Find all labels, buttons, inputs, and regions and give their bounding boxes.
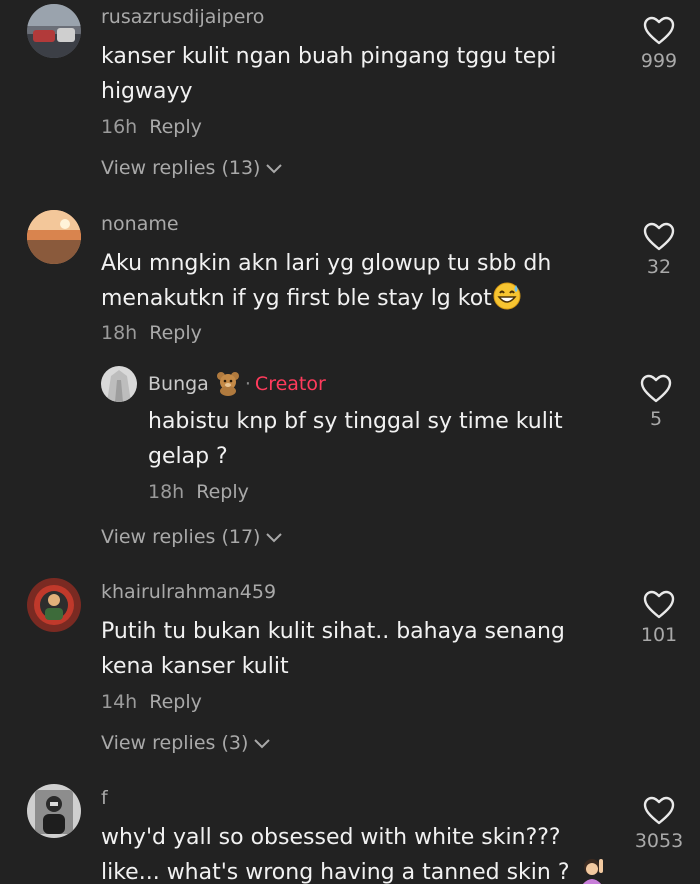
like-count: 5	[649, 408, 663, 430]
view-replies-label: View replies (3)	[101, 732, 249, 754]
avatar[interactable]	[27, 784, 81, 838]
timestamp: 18h	[101, 322, 138, 344]
comment-text-line: why'd yall so obsessed with white skin??…	[101, 825, 561, 850]
chevron-down-icon	[266, 163, 283, 173]
timestamp: 16h	[101, 116, 138, 138]
username[interactable]: rusazrusdijaipero	[101, 6, 264, 28]
comment-text: like... what's wrong having a tanned ski…	[101, 860, 570, 884]
avatar[interactable]	[27, 4, 81, 58]
reply-button[interactable]: Reply	[149, 691, 202, 713]
username[interactable]: khairulrahman459	[101, 581, 276, 603]
woman-raising-hand-emoji	[577, 855, 607, 884]
separator: ·	[244, 373, 251, 395]
heart-outline-icon[interactable]	[643, 590, 675, 619]
reply-button[interactable]: Reply	[196, 481, 249, 503]
timestamp: 14h	[101, 691, 138, 713]
view-replies-button[interactable]: View replies (17)	[101, 526, 283, 548]
comments-feed: rusazrusdijaipero kanser kulit ngan buah…	[0, 0, 700, 884]
timestamp: 18h	[148, 481, 185, 503]
comment-text-line: Aku mngkin akn lari yg glowup tu sbb dh	[101, 251, 552, 276]
comment-text: menakutkn if yg first ble stay lg kot	[101, 286, 492, 311]
reply-text-line: habistu knp bf sy tinggal sy time kulit	[148, 409, 563, 434]
comment-meta: 14h Reply	[101, 691, 202, 713]
like-count: 32	[646, 256, 672, 278]
avatar[interactable]	[27, 578, 81, 632]
comment-text-line: kena kanser kulit	[101, 654, 289, 679]
comment-text-line: like... what's wrong having a tanned ski…	[101, 855, 607, 884]
reply-meta: 18h Reply	[148, 481, 249, 503]
comment-meta: 16h Reply	[101, 116, 202, 138]
heart-outline-icon[interactable]	[643, 222, 675, 251]
heart-outline-icon[interactable]	[640, 374, 672, 403]
chevron-down-icon	[266, 532, 283, 542]
teddy-bear-emoji	[215, 370, 241, 401]
creator-badge: Creator	[254, 373, 326, 395]
username[interactable]: noname	[101, 213, 179, 235]
comment-text-line: higwayy	[101, 79, 193, 104]
comment-meta: 18h Reply	[101, 322, 202, 344]
username[interactable]: Bunga	[148, 373, 209, 395]
reply-button[interactable]: Reply	[149, 322, 202, 344]
like-count: 101	[640, 624, 678, 646]
username[interactable]: f	[101, 787, 108, 809]
view-replies-button[interactable]: View replies (13)	[101, 157, 283, 179]
grinning-sweat-emoji	[492, 281, 522, 323]
reply-text-line: gelap ?	[148, 444, 228, 469]
view-replies-label: View replies (13)	[101, 157, 261, 179]
avatar[interactable]	[101, 366, 137, 402]
heart-outline-icon[interactable]	[643, 16, 675, 45]
like-count: 3053	[634, 830, 684, 852]
chevron-down-icon	[254, 738, 271, 748]
comment-text-line: menakutkn if yg first ble stay lg kot	[101, 281, 522, 323]
reply-username-row: Bunga · Creator	[148, 370, 326, 401]
like-count: 999	[640, 50, 678, 72]
view-replies-button[interactable]: View replies (3)	[101, 732, 271, 754]
reply-button[interactable]: Reply	[149, 116, 202, 138]
comment-text-line: kanser kulit ngan buah pingang tggu tepi	[101, 44, 557, 69]
heart-outline-icon[interactable]	[643, 796, 675, 825]
comment-text-line: Putih tu bukan kulit sihat.. bahaya sena…	[101, 619, 565, 644]
avatar[interactable]	[27, 210, 81, 264]
view-replies-label: View replies (17)	[101, 526, 261, 548]
